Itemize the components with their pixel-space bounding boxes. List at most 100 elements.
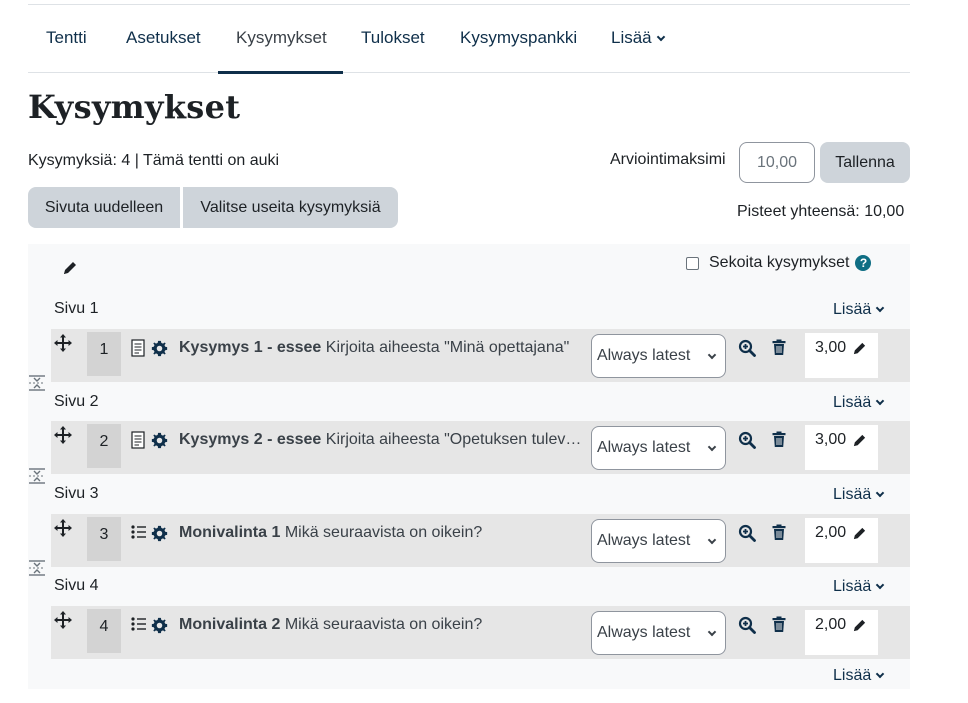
page-split-icon[interactable]	[28, 559, 46, 577]
question-name: Monivalinta 2	[179, 616, 281, 633]
edit-mark-pencil-icon[interactable]	[852, 618, 867, 638]
move-icon[interactable]	[53, 610, 73, 635]
question-text[interactable]: Kysymys 2 - essee Kirjoita aiheesta "Ope…	[179, 431, 587, 449]
page-label-2: Sivu 2	[54, 393, 99, 410]
max-mark-value: 3,00	[815, 339, 847, 356]
preview-zoom-icon[interactable]	[738, 616, 756, 639]
save-button[interactable]: Tallenna	[820, 142, 910, 183]
preview-zoom-icon[interactable]	[738, 431, 756, 454]
edit-mark-pencil-icon[interactable]	[852, 433, 867, 453]
max-grade-label: Arviointimaksimi	[610, 151, 726, 168]
max-mark-value: 2,00	[815, 616, 847, 633]
question-list-panel: Sekoita kysymykset ? Sivu 1 Lisää 1 Kysy…	[28, 244, 910, 689]
max-mark-box[interactable]: 3,00	[805, 425, 878, 470]
move-icon[interactable]	[53, 518, 73, 543]
page-label-1: Sivu 1	[54, 300, 99, 317]
question-text[interactable]: Kysymys 1 - essee Kirjoita aiheesta "Min…	[179, 339, 587, 357]
multichoice-icon	[131, 524, 147, 545]
page-label-4: Sivu 4	[54, 577, 99, 594]
version-value: Always latest	[597, 439, 691, 456]
tab-label: Kysymyspankki	[460, 28, 578, 47]
chevron-down-icon	[876, 669, 885, 679]
question-text[interactable]: Monivalinta 2 Mikä seuraavista on oikein…	[179, 616, 587, 634]
tab-quiz[interactable]: Tentti	[28, 5, 105, 73]
page-label-3: Sivu 3	[54, 485, 99, 502]
tab-question-bank[interactable]: Kysymyspankki	[442, 5, 595, 73]
version-select[interactable]: Always latest	[591, 519, 726, 563]
question-body: Kirjoita aiheesta "Opetuksen tulevaisuus…	[325, 431, 587, 448]
version-select[interactable]: Always latest	[591, 611, 726, 655]
question-body: Mikä seuraavista on oikein?	[284, 616, 483, 633]
add-menu-end[interactable]: Lisää	[833, 667, 885, 685]
max-mark-value: 3,00	[815, 431, 847, 448]
version-value: Always latest	[597, 624, 691, 641]
add-label: Lisää	[833, 578, 872, 595]
chevron-down-icon	[876, 488, 885, 498]
preview-zoom-icon[interactable]	[738, 339, 756, 362]
question-number: 1	[87, 332, 121, 376]
move-icon[interactable]	[53, 425, 73, 450]
delete-trash-icon[interactable]	[771, 616, 787, 638]
gear-icon[interactable]	[151, 432, 168, 454]
add-label: Lisää	[833, 667, 872, 684]
version-value: Always latest	[597, 347, 691, 364]
secondary-navigation: Tentti Asetukset Kysymykset Tulokset Kys…	[28, 5, 910, 74]
version-select[interactable]: Always latest	[591, 426, 726, 470]
add-menu-page-4[interactable]: Lisää	[833, 578, 885, 596]
repaginate-button[interactable]: Sivuta uudelleen	[28, 187, 180, 228]
gear-icon[interactable]	[151, 340, 168, 362]
chevron-down-icon	[707, 442, 717, 452]
tab-results[interactable]: Tulokset	[343, 5, 443, 73]
essay-icon	[131, 339, 145, 362]
chevron-down-icon	[656, 32, 665, 42]
gear-icon[interactable]	[151, 617, 168, 639]
edit-mark-pencil-icon[interactable]	[852, 526, 867, 546]
chevron-down-icon	[876, 303, 885, 313]
tab-questions[interactable]: Kysymykset	[218, 5, 343, 74]
max-mark-box[interactable]: 2,00	[805, 518, 878, 563]
tab-settings[interactable]: Asetukset	[108, 5, 219, 73]
chevron-down-icon	[876, 580, 885, 590]
question-text[interactable]: Monivalinta 1 Mikä seuraavista on oikein…	[179, 524, 587, 542]
help-icon[interactable]: ?	[855, 255, 872, 271]
page-title: Kysymykset	[28, 88, 241, 126]
chevron-down-icon	[876, 396, 885, 406]
chevron-down-icon	[707, 350, 717, 360]
select-multiple-button[interactable]: Valitse useita kysymyksiä	[183, 187, 398, 228]
edit-section-pencil-icon[interactable]	[62, 260, 78, 281]
tab-label: Lisää	[611, 28, 652, 47]
question-row-2: 2 Kysymys 2 - essee Kirjoita aiheesta "O…	[51, 421, 910, 474]
question-name: Kysymys 2 - essee	[179, 431, 322, 448]
page-split-icon[interactable]	[28, 467, 46, 485]
version-value: Always latest	[597, 532, 691, 549]
multichoice-icon	[131, 616, 147, 637]
max-mark-value: 2,00	[815, 524, 847, 541]
add-menu-page-1[interactable]: Lisää	[833, 301, 885, 319]
add-menu-page-2[interactable]: Lisää	[833, 394, 885, 412]
shuffle-toggle[interactable]: Sekoita kysymykset ?	[686, 254, 872, 272]
question-name: Kysymys 1 - essee	[179, 339, 322, 356]
delete-trash-icon[interactable]	[771, 524, 787, 546]
move-icon[interactable]	[53, 333, 73, 358]
max-mark-box[interactable]: 3,00	[805, 333, 878, 378]
delete-trash-icon[interactable]	[771, 431, 787, 453]
version-select[interactable]: Always latest	[591, 334, 726, 378]
total-marks: Pisteet yhteensä: 10,00	[737, 203, 905, 220]
essay-icon	[131, 431, 145, 454]
page-split-icon[interactable]	[28, 374, 46, 392]
preview-zoom-icon[interactable]	[738, 524, 756, 547]
shuffle-checkbox[interactable]	[686, 256, 699, 270]
gear-icon[interactable]	[151, 525, 168, 547]
max-grade-input[interactable]: 10,00	[739, 142, 815, 183]
shuffle-label: Sekoita kysymykset	[709, 254, 850, 271]
question-body: Mikä seuraavista on oikein?	[284, 524, 483, 541]
add-label: Lisää	[833, 486, 872, 503]
question-body: Kirjoita aiheesta "Minä opettajana"	[325, 339, 570, 356]
edit-mark-pencil-icon[interactable]	[852, 341, 867, 361]
add-label: Lisää	[833, 394, 872, 411]
delete-trash-icon[interactable]	[771, 339, 787, 361]
max-mark-box[interactable]: 2,00	[805, 610, 878, 655]
tab-more[interactable]: Lisää	[593, 5, 682, 73]
question-row-1: 1 Kysymys 1 - essee Kirjoita aiheesta "M…	[51, 329, 910, 382]
add-menu-page-3[interactable]: Lisää	[833, 486, 885, 504]
